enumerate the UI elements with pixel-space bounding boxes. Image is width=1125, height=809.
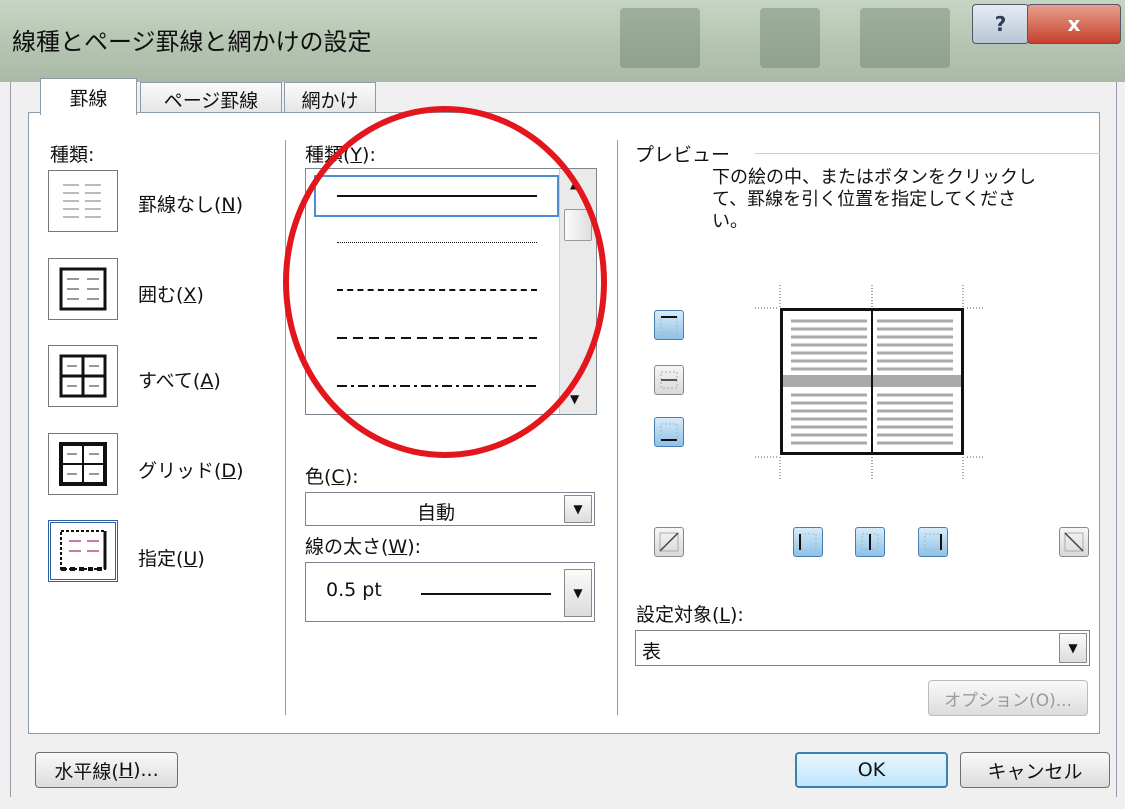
preview-divider [755, 153, 1100, 154]
border-box-icon[interactable] [48, 258, 118, 320]
tab-page-border[interactable]: ページ罫線 [140, 82, 282, 115]
column-separator [617, 140, 618, 715]
border-diagonal-up-button[interactable] [654, 527, 684, 557]
border-left-button[interactable] [793, 527, 823, 557]
border-right-button[interactable] [918, 527, 948, 557]
preview-instructions: 下の絵の中、またはボタンをクリックして、罫線を引く位置を指定してください。 [712, 167, 1036, 232]
border-inside-horizontal-button[interactable] [654, 365, 684, 395]
color-label: 色(C): [305, 466, 359, 488]
color-select[interactable]: 自動 ▼ [305, 492, 595, 526]
border-preview[interactable] [780, 308, 964, 455]
setting-custom-label[interactable]: 指定(U) [138, 544, 205, 571]
tab-borders[interactable]: 罫線 [40, 78, 137, 115]
help-button[interactable]: ? [972, 4, 1029, 44]
chevron-down-icon[interactable]: ▼ [1059, 633, 1087, 663]
border-diagonal-down-button[interactable] [1059, 527, 1089, 557]
width-label: 線の太さ(W): [305, 536, 422, 558]
border-none-icon[interactable] [48, 170, 118, 232]
horizontal-line-button[interactable]: 水平線(H)... [35, 752, 178, 788]
title-bar: 線種とページ罫線と網かけの設定 ? x [0, 0, 1125, 82]
color-value: 自動 [416, 502, 455, 524]
width-sample-line [421, 593, 551, 595]
tab-shading[interactable]: 網かけ [284, 82, 376, 115]
annotation-circle [283, 106, 607, 458]
ok-button[interactable]: OK [795, 752, 948, 788]
border-bottom-button[interactable] [654, 417, 684, 447]
border-grid-icon[interactable] [48, 433, 118, 495]
border-all-icon[interactable] [48, 345, 118, 407]
line-width-select[interactable]: 0.5 pt ▼ [305, 562, 595, 622]
preview-heading: プレビュー [635, 144, 731, 166]
apply-to-select[interactable]: 表 ▼ [635, 630, 1090, 666]
chevron-down-icon[interactable]: ▼ [564, 569, 592, 617]
column-separator [285, 140, 286, 715]
setting-all-label[interactable]: すべて(A) [138, 366, 221, 393]
close-button[interactable]: x [1027, 4, 1121, 44]
setting-heading: 種類: [50, 144, 95, 166]
cancel-button[interactable]: キャンセル [960, 752, 1110, 788]
apply-to-value: 表 [642, 641, 662, 663]
setting-grid-label[interactable]: グリッド(D) [138, 456, 243, 483]
options-button[interactable]: オプション(O)... [928, 680, 1088, 716]
border-custom-icon[interactable] [48, 520, 118, 582]
border-inside-vertical-button[interactable] [855, 527, 885, 557]
apply-to-label: 設定対象(L): [636, 604, 744, 626]
scroll-down-icon[interactable]: ▼ [570, 392, 579, 406]
chevron-down-icon[interactable]: ▼ [564, 495, 592, 523]
border-top-button[interactable] [654, 310, 684, 340]
setting-none-label[interactable]: 罫線なし(N) [138, 190, 243, 217]
setting-box-label[interactable]: 囲む(X) [138, 280, 204, 307]
width-value: 0.5 pt [326, 579, 382, 601]
window-title: 線種とページ罫線と網かけの設定 [12, 28, 372, 56]
